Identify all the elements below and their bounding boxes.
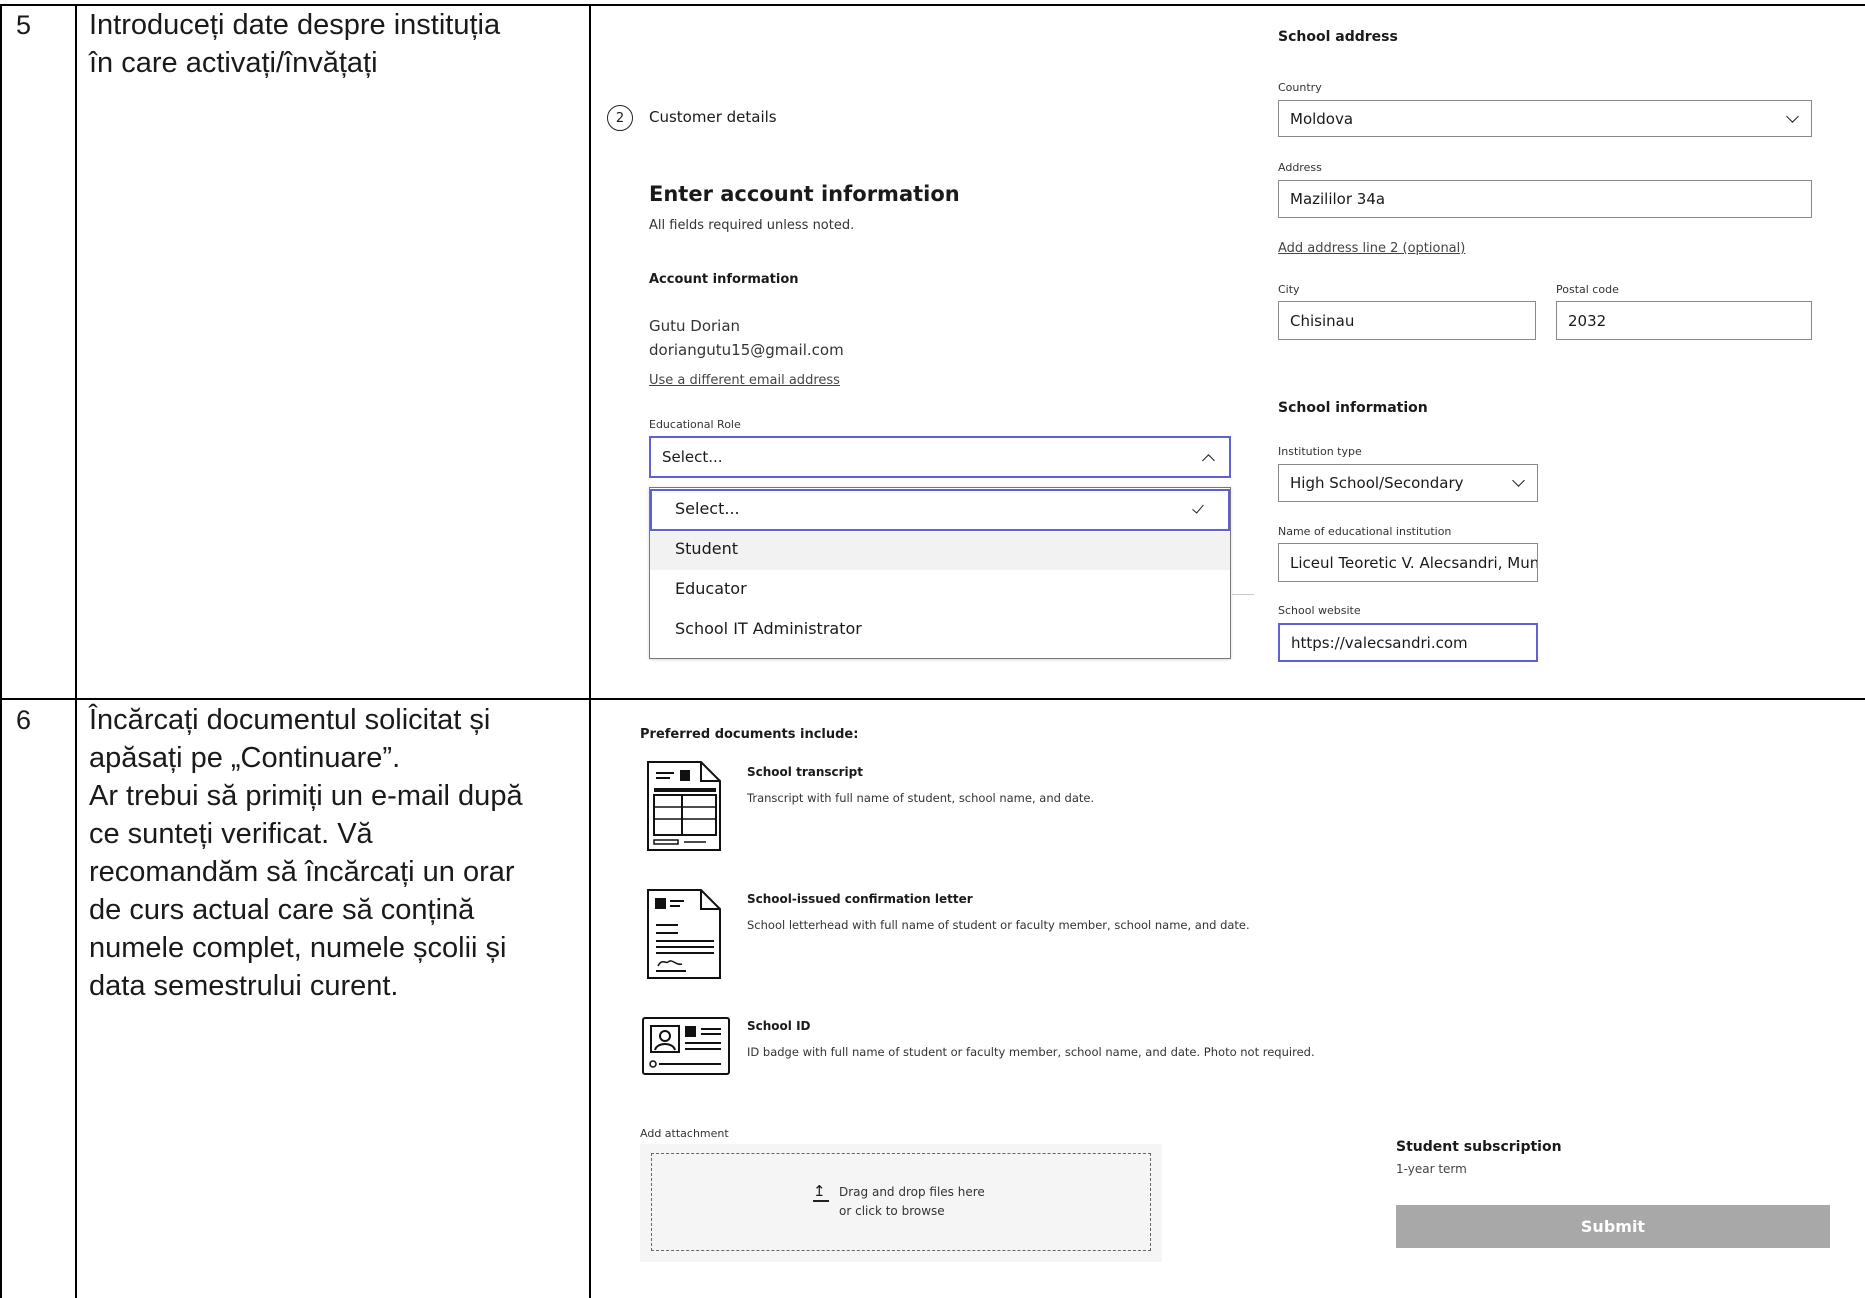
institution-name-value: Liceul Teoretic V. Alecsandri, Mun <box>1290 553 1538 572</box>
country-select[interactable]: Moldova <box>1278 100 1812 137</box>
drop-text-line2: or click to browse <box>839 1204 945 1218</box>
page-title: Enter account information <box>649 182 960 206</box>
table-col-divider-2 <box>589 4 591 1298</box>
postal-code-value: 2032 <box>1568 311 1607 330</box>
city-value: Chisinau <box>1290 311 1355 330</box>
instruction-line: data semestrului curent. <box>89 970 399 1002</box>
upload-icon: ↥ <box>813 1184 829 1202</box>
instruction-line: în care activați/învățați <box>89 47 378 79</box>
school-website-label: School website <box>1278 604 1361 617</box>
chevron-up-icon <box>1202 454 1215 467</box>
form-subtitle: All fields required unless noted. <box>649 218 855 233</box>
instruction-line: Ar trebui să primiți un e-mail după <box>89 780 523 812</box>
account-info-heading: Account information <box>649 272 799 287</box>
institution-name-label: Name of educational institution <box>1278 525 1452 538</box>
table-row-divider <box>0 698 1865 700</box>
change-email-link[interactable]: Use a different email address <box>649 373 840 388</box>
add-address-line-link[interactable]: Add address line 2 (optional) <box>1278 241 1465 256</box>
role-label: Educational Role <box>649 418 741 431</box>
row-number: 5 <box>16 10 32 40</box>
instruction-line: apăsați pe „Continuare”. <box>89 742 401 774</box>
doc-description: Transcript with full name of student, sc… <box>747 791 1095 805</box>
letter-icon <box>647 889 721 979</box>
preferred-docs-heading: Preferred documents include: <box>640 727 859 742</box>
instruction-line: ce sunteți verificat. Vă <box>89 818 373 850</box>
step-number-badge: 2 <box>607 105 633 131</box>
dropdown-option-it-admin[interactable]: School IT Administrator <box>675 619 862 638</box>
role-select-value: Select... <box>662 448 723 466</box>
file-drop-zone[interactable]: ↥ Drag and drop files here or click to b… <box>640 1144 1162 1262</box>
row-instruction: Introduceți date despre instituția în ca… <box>89 6 579 82</box>
drop-zone-border <box>651 1153 1151 1251</box>
address-value: Mazililor 34a <box>1290 190 1386 208</box>
dropdown-option-educator[interactable]: Educator <box>675 579 747 598</box>
instruction-line: de curs actual care să conțină <box>89 894 475 926</box>
postal-code-input[interactable]: 2032 <box>1556 301 1812 340</box>
dropdown-option-student[interactable]: Student <box>675 539 738 558</box>
institution-type-select[interactable]: High School/Secondary <box>1278 464 1538 502</box>
instruction-line: recomandăm să încărcați un orar <box>89 856 515 888</box>
doc-description: School letterhead with full name of stud… <box>747 918 1250 932</box>
account-name: Gutu Dorian <box>649 317 741 335</box>
transcript-icon <box>647 761 721 851</box>
chevron-down-icon <box>1786 110 1799 123</box>
table-border-left <box>0 4 2 1298</box>
institution-type-value: High School/Secondary <box>1290 474 1464 492</box>
account-email: doriangutu15@gmail.com <box>649 341 844 359</box>
table-col-divider-1 <box>75 4 77 1298</box>
dropdown-option-label: Select... <box>675 499 740 518</box>
city-input[interactable]: Chisinau <box>1278 301 1536 340</box>
add-attachment-label: Add attachment <box>640 1127 729 1140</box>
postal-code-label: Postal code <box>1556 283 1619 296</box>
school-website-input[interactable]: https://valecsandri.com <box>1278 623 1538 662</box>
educational-role-select[interactable]: Select... <box>649 436 1231 478</box>
doc-description: ID badge with full name of student or fa… <box>747 1045 1315 1059</box>
school-website-value: https://valecsandri.com <box>1291 633 1468 652</box>
row-number: 6 <box>16 705 32 735</box>
step-label: Customer details <box>649 108 777 126</box>
doc-title: School-issued confirmation letter <box>747 892 973 906</box>
country-value: Moldova <box>1290 109 1354 128</box>
school-info-heading: School information <box>1278 400 1428 416</box>
instruction-line: Încărcați documentul solicitat și <box>89 704 491 736</box>
country-label: Country <box>1278 81 1322 94</box>
school-address-heading: School address <box>1278 29 1398 45</box>
id-card-icon <box>642 1017 730 1075</box>
drop-text-line1: Drag and drop files here <box>839 1185 985 1199</box>
address-input[interactable]: Mazililor 34a <box>1278 180 1812 218</box>
subscription-term: 1-year term <box>1396 1162 1467 1176</box>
institution-name-input[interactable]: Liceul Teoretic V. Alecsandri, Mun <box>1278 543 1538 582</box>
row-instruction: Încărcați documentul solicitat și apăsaț… <box>89 701 579 1005</box>
address-label: Address <box>1278 161 1322 174</box>
instruction-line: numele complet, numele școlii și <box>89 932 507 964</box>
chevron-down-icon <box>1512 474 1525 487</box>
city-label: City <box>1278 283 1300 296</box>
institution-type-label: Institution type <box>1278 445 1362 458</box>
doc-title: School ID <box>747 1019 811 1033</box>
submit-button[interactable]: Submit <box>1396 1205 1830 1248</box>
subscription-title: Student subscription <box>1396 1139 1562 1155</box>
divider <box>1232 594 1254 595</box>
doc-title: School transcript <box>747 765 863 779</box>
instruction-line: Introduceți date despre instituția <box>89 9 501 41</box>
